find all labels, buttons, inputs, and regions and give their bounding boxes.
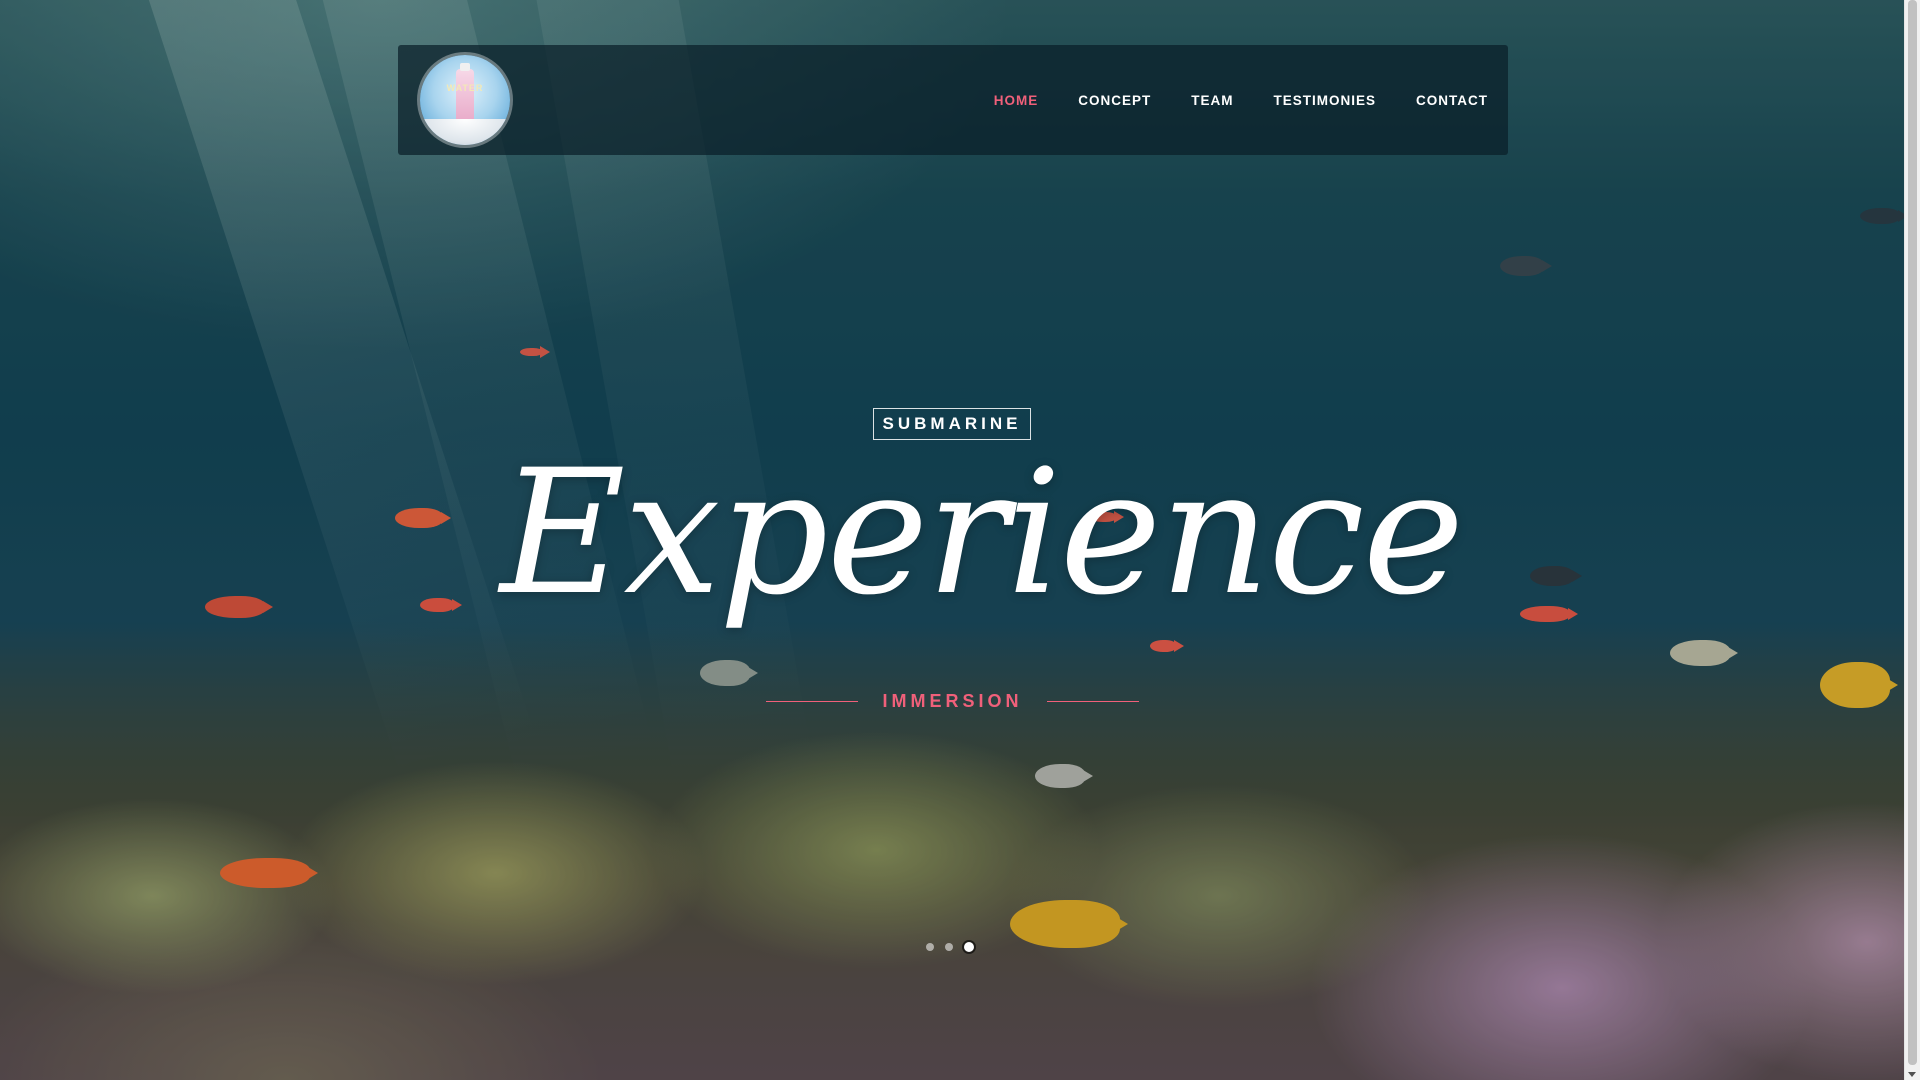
scroll-down-arrow-icon[interactable] bbox=[1908, 1072, 1916, 1077]
hero-title: Experience bbox=[500, 432, 1464, 633]
hero-content: SUBMARINE Experience IMMERSION bbox=[0, 0, 1905, 1080]
slider-dot-2[interactable] bbox=[945, 943, 953, 951]
vertical-scrollbar[interactable] bbox=[1904, 0, 1920, 1080]
slider-dot-1[interactable] bbox=[926, 943, 934, 951]
hero-subtitle: IMMERSION bbox=[882, 690, 1023, 711]
divider-line-right bbox=[1046, 700, 1139, 702]
hero-subtitle-row: IMMERSION bbox=[760, 686, 1145, 716]
scrollbar-thumb[interactable] bbox=[1908, 0, 1917, 1065]
divider-line-left bbox=[766, 700, 859, 702]
slider-pagination bbox=[926, 942, 985, 952]
slider-dot-3[interactable] bbox=[964, 942, 974, 952]
